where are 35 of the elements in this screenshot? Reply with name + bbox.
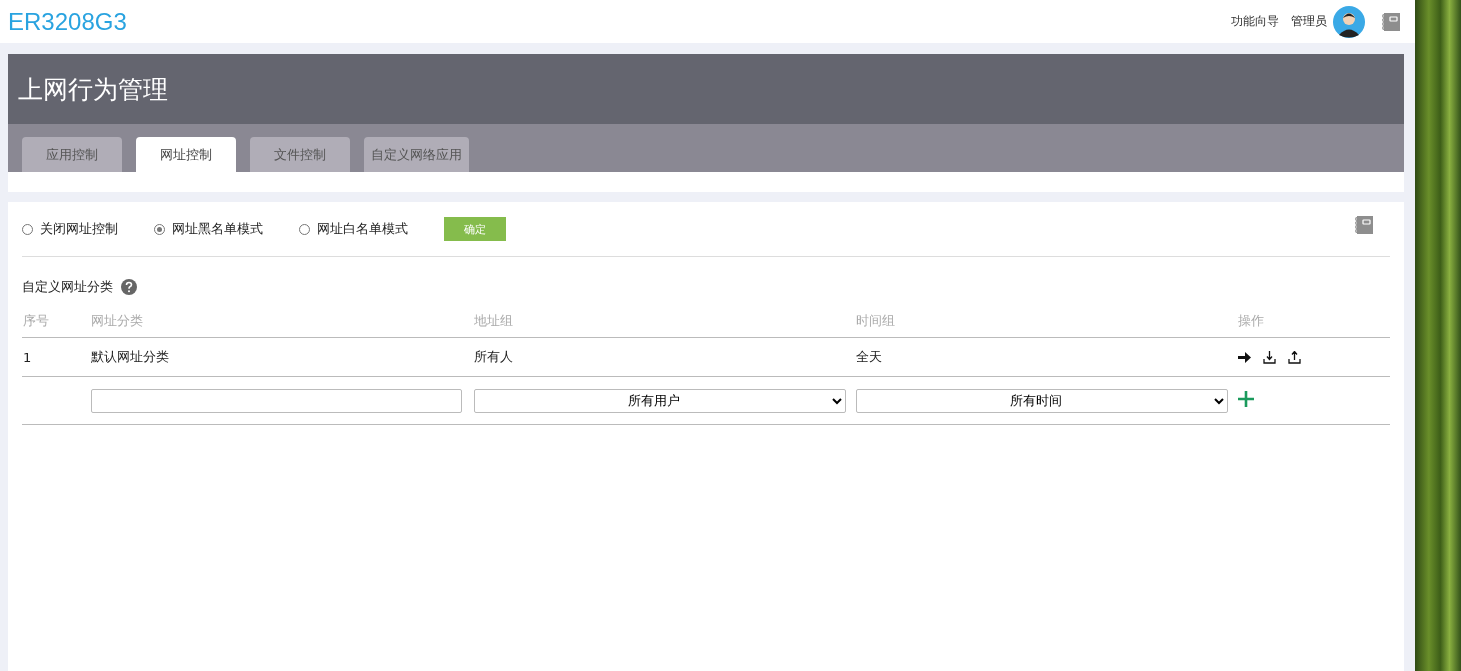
column-header: 地址组 <box>474 313 513 328</box>
table-cell: 全天 <box>856 349 882 364</box>
radio-button[interactable] <box>299 223 310 235</box>
arrow-right-icon[interactable] <box>1238 351 1251 363</box>
radio-label[interactable]: 网址白名单模式 <box>317 220 408 238</box>
tab[interactable]: 文件控制 <box>250 137 350 172</box>
notebook-icon[interactable] <box>1354 215 1374 235</box>
tab[interactable]: 自定义网络应用 <box>364 137 469 172</box>
radio-label[interactable]: 关闭网址控制 <box>40 220 118 238</box>
time-group-select[interactable]: 所有时间 <box>856 388 1228 413</box>
table-cell: 1 <box>23 349 32 365</box>
user-name: 管理员 <box>1291 13 1327 30</box>
column-header: 网址分类 <box>91 313 143 328</box>
radio-button[interactable] <box>154 223 165 235</box>
notebook-icon[interactable] <box>1381 11 1401 32</box>
table-cell: 所有人 <box>474 349 513 364</box>
avatar-icon[interactable] <box>1333 5 1365 38</box>
add-icon[interactable] <box>1238 391 1254 407</box>
table-cell: 默认网址分类 <box>91 349 169 364</box>
upload-icon[interactable] <box>1288 350 1301 364</box>
wizard-link[interactable]: 功能向导 <box>1231 13 1279 30</box>
radio-button[interactable] <box>22 223 33 235</box>
help-icon[interactable] <box>121 279 137 295</box>
tab[interactable]: 应用控制 <box>22 137 122 172</box>
section-title: 自定义网址分类 <box>22 278 113 296</box>
page-title: 上网行为管理 <box>18 73 168 106</box>
column-header: 时间组 <box>856 313 895 328</box>
column-header: 序号 <box>23 313 49 328</box>
category-input[interactable] <box>91 388 462 413</box>
tab[interactable]: 网址控制 <box>136 137 236 172</box>
logo: ER3208G3 <box>8 7 127 36</box>
download-icon[interactable] <box>1263 350 1276 364</box>
radio-label[interactable]: 网址黑名单模式 <box>172 220 263 238</box>
column-header: 操作 <box>1238 313 1264 328</box>
address-group-select[interactable]: 所有用户 <box>474 388 846 413</box>
